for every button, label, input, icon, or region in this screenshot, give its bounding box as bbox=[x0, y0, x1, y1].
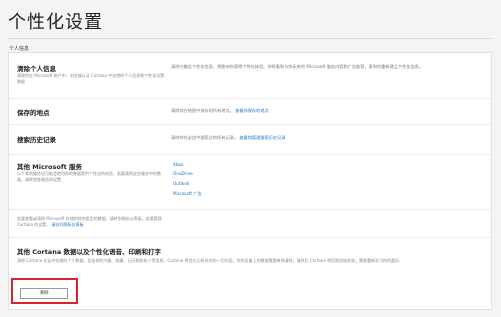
service-link-outlook[interactable]: Outlook bbox=[173, 181, 189, 186]
service-link-onedrive[interactable]: OneDrive bbox=[173, 171, 193, 176]
note-text: 若要查看或清除 Microsoft 存储的其他类型的数据，请转到隐私仪表板。若要… bbox=[17, 216, 162, 227]
desc-text: 清除你在必应中搜索过的所有记录。 bbox=[171, 135, 239, 140]
view-saved-places-link[interactable]: 查看你保存的地点 bbox=[235, 108, 269, 113]
service-link-ms-ads[interactable]: Microsoft 广告 bbox=[173, 191, 202, 197]
row-heading: 其他 Microsoft 服务 bbox=[17, 163, 83, 171]
row-subtext: 以下其他服务也可能会使用你的数据提供个性化的体验，若要清除这些服务中的数据，请转… bbox=[17, 171, 161, 182]
row-heading: 搜索历史记录 bbox=[17, 136, 56, 144]
service-link-xbox[interactable]: Xbox bbox=[173, 162, 183, 167]
row-saved-places: 保存的地点 清除你在地图中保存的所有地点。 查看你保存的地点 bbox=[9, 98, 491, 125]
row-description: 清除你在必应中搜索过的所有记录。 查看和管理搜索历史记录 bbox=[171, 135, 477, 141]
row-cortana-data: 其他 Cortana 数据以及个性化语音、印刷和打字 清除 Cortana 在云… bbox=[9, 237, 491, 310]
page-title: 个性化设置 bbox=[8, 12, 103, 33]
row-heading: 清除个人信息 bbox=[17, 65, 56, 73]
row-clear-personal: 清除个人信息 清除你在 Microsoft 账户中、浏览器以及 Cortana … bbox=[9, 53, 491, 99]
row-description: 清除兴趣及个性化信息，将影响你获得个性化体验。你将看到与你无关的 Microso… bbox=[171, 64, 424, 69]
row-search-history: 搜索历史记录 清除你在必应中搜索过的所有记录。 查看和管理搜索历史记录 bbox=[9, 124, 491, 155]
highlight-box bbox=[11, 278, 78, 304]
section-label: 个人信息 bbox=[9, 46, 30, 52]
row-microsoft-services: 其他 Microsoft 服务 以下其他服务也可能会使用你的数据提供个性化的体验… bbox=[9, 154, 491, 210]
row-privacy-note: 若要查看或清除 Microsoft 存储的其他类型的数据，请转到隐私仪表板。若要… bbox=[9, 209, 491, 238]
desc-text: 清除你在地图中保存的所有地点。 bbox=[171, 108, 234, 113]
row-heading: 其他 Cortana 数据以及个性化语音、印刷和打字 bbox=[17, 248, 161, 256]
settings-panel: 清除个人信息 清除你在 Microsoft 账户中、浏览器以及 Cortana … bbox=[8, 52, 492, 310]
title-divider bbox=[8, 38, 493, 39]
manage-search-history-link[interactable]: 查看和管理搜索历史记录 bbox=[239, 135, 285, 140]
row-description: 清除 Cortana 在云中存储的个人数据，包括你的兴趣、收藏、日历和联系人等信… bbox=[17, 258, 404, 263]
privacy-note-text: 若要查看或清除 Microsoft 存储的其他类型的数据，请转到隐私仪表板。若要… bbox=[17, 216, 167, 227]
row-subtext: 清除你在 Microsoft 账户中、浏览器以及 Cortana 中存储的个人信… bbox=[17, 73, 165, 84]
privacy-dashboard-link[interactable]: 请访问隐私仪表板 bbox=[51, 222, 83, 227]
row-heading: 保存的地点 bbox=[17, 109, 50, 117]
row-description: 清除你在地图中保存的所有地点。 查看你保存的地点 bbox=[171, 108, 477, 114]
